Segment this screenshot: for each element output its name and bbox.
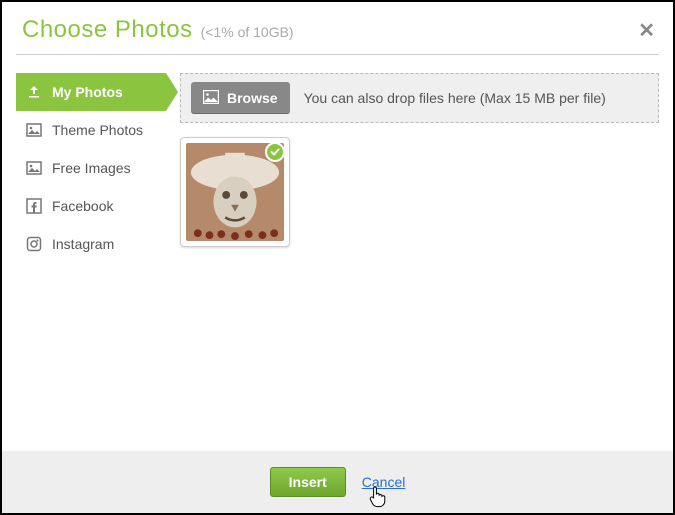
sidebar-item-label: Instagram [52,236,114,252]
sidebar-item-my-photos[interactable]: My Photos [16,73,166,111]
sidebar: My Photos Theme Photos Free Images Faceb… [16,73,166,451]
dialog-title: Choose Photos [22,16,193,44]
sidebar-item-instagram[interactable]: Instagram [16,225,166,263]
sidebar-item-label: My Photos [52,84,123,100]
sidebar-item-label: Theme Photos [52,122,143,138]
cancel-link[interactable]: Cancel [362,474,406,490]
instagram-icon [26,236,42,252]
image-icon [26,160,42,176]
storage-usage: (<1% of 10GB) [201,24,294,40]
selected-check-icon [265,142,285,162]
dialog-body: My Photos Theme Photos Free Images Faceb… [2,55,673,451]
sidebar-item-label: Facebook [52,198,113,214]
choose-photos-dialog: Choose Photos (<1% of 10GB) ✕ My Photos … [0,0,675,515]
sidebar-item-facebook[interactable]: Facebook [16,187,166,225]
dialog-footer: Insert Cancel [2,451,673,513]
insert-button[interactable]: Insert [270,467,346,497]
drop-zone[interactable]: Browse You can also drop files here (Max… [180,73,659,123]
image-icon [26,122,42,138]
dialog-header: Choose Photos (<1% of 10GB) ✕ [2,2,673,54]
upload-icon [26,84,42,100]
image-icon [203,90,219,107]
facebook-icon [26,198,42,214]
close-button[interactable]: ✕ [638,18,655,43]
sidebar-item-theme-photos[interactable]: Theme Photos [16,111,166,149]
photo-thumbnail[interactable] [180,137,290,247]
thumbnail-grid [180,123,659,261]
sidebar-item-label: Free Images [52,160,131,176]
sidebar-item-free-images[interactable]: Free Images [16,149,166,187]
browse-label: Browse [227,90,278,106]
browse-button[interactable]: Browse [191,82,290,114]
drop-hint: You can also drop files here (Max 15 MB … [304,90,606,106]
main-content: Browse You can also drop files here (Max… [180,73,659,451]
close-icon: ✕ [638,20,655,42]
